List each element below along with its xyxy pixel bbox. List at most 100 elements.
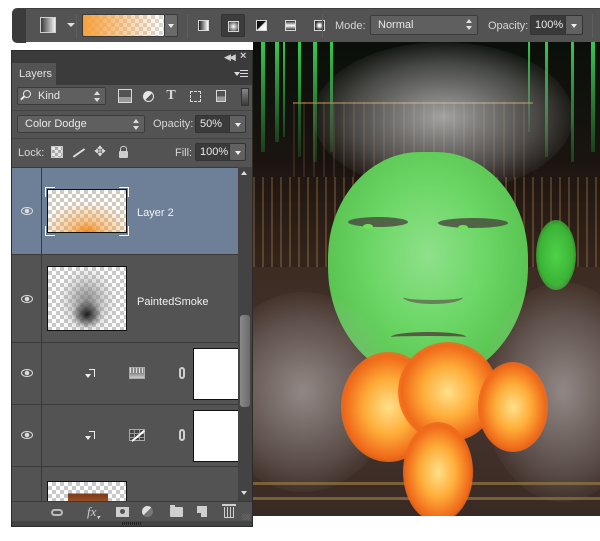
fill-dropdown[interactable] bbox=[229, 143, 246, 161]
laser-beam bbox=[571, 42, 574, 162]
diamond-gradient-button[interactable] bbox=[308, 14, 332, 37]
layer-thumbnail[interactable] bbox=[47, 481, 127, 501]
reflected-gradient-icon bbox=[285, 20, 296, 31]
layer-name[interactable]: PaintedSmoke bbox=[137, 296, 209, 308]
gradient-tool-preset-icon[interactable] bbox=[40, 17, 56, 33]
blend-mode-select[interactable]: Color Dodge bbox=[17, 115, 145, 133]
shape-filter-icon[interactable] bbox=[190, 91, 201, 102]
add-mask-icon[interactable] bbox=[116, 507, 129, 517]
left-eye bbox=[363, 224, 373, 229]
divider bbox=[187, 14, 188, 38]
layer-row-curves-adjustment[interactable] bbox=[12, 405, 238, 467]
layers-bottom-toolbar: fx▾ bbox=[12, 501, 252, 522]
fill-input[interactable]: 100% bbox=[195, 143, 229, 161]
link-icon[interactable] bbox=[179, 367, 185, 379]
left-brow bbox=[348, 217, 408, 227]
divider bbox=[322, 14, 323, 38]
new-group-icon[interactable] bbox=[170, 505, 183, 517]
selection-bracket bbox=[45, 226, 55, 236]
angle-gradient-button[interactable] bbox=[250, 14, 274, 37]
smart-object-filter-icon[interactable] bbox=[216, 90, 226, 102]
new-adjustment-icon[interactable] bbox=[142, 506, 153, 517]
lock-all-icon[interactable] bbox=[119, 146, 128, 158]
lock-position-icon[interactable]: ✥ bbox=[94, 144, 106, 158]
updown-arrows-icon bbox=[466, 19, 472, 31]
laser-beam bbox=[275, 42, 279, 142]
delete-icon[interactable] bbox=[222, 504, 236, 518]
filter-toggle[interactable] bbox=[241, 88, 249, 106]
eye-icon bbox=[21, 207, 33, 215]
link-layers-icon[interactable] bbox=[51, 509, 63, 516]
radial-gradient-button[interactable] bbox=[221, 14, 245, 37]
lock-image-pixels-icon[interactable] bbox=[72, 148, 86, 158]
collapse-panel-icon[interactable]: ◀◀ bbox=[224, 52, 236, 63]
layer-row-layer-2[interactable]: Layer 2 bbox=[12, 168, 238, 255]
layer-row-building[interactable] bbox=[12, 467, 238, 501]
levels-adjustment-icon[interactable] bbox=[129, 367, 145, 379]
layer-name[interactable]: Layer 2 bbox=[137, 207, 174, 219]
panel-titlebar[interactable]: ◀◀ × bbox=[12, 50, 252, 63]
footer-grip-icon[interactable] bbox=[122, 522, 142, 525]
visibility-toggle[interactable] bbox=[12, 343, 42, 404]
close-icon[interactable]: × bbox=[240, 50, 246, 62]
layer-row-levels-adjustment[interactable] bbox=[12, 343, 238, 405]
adjustment-filter-icon[interactable] bbox=[143, 91, 154, 102]
laser-beam bbox=[261, 42, 265, 152]
panel-footer bbox=[12, 521, 252, 526]
curves-adjustment-icon[interactable] bbox=[129, 429, 145, 441]
panel-menu-icon[interactable] bbox=[234, 69, 248, 79]
layer-opacity-dropdown[interactable] bbox=[229, 115, 246, 133]
opacity-input[interactable]: 100% bbox=[530, 15, 565, 35]
layer-mask-thumbnail[interactable] bbox=[193, 348, 238, 400]
layer-thumbnail[interactable] bbox=[47, 266, 127, 331]
diamond-gradient-icon bbox=[314, 20, 325, 31]
options-bar-grip[interactable] bbox=[12, 9, 26, 43]
gradient-editor-swatch[interactable] bbox=[82, 14, 165, 37]
options-bar: Mode: Normal Opacity: 100% bbox=[12, 8, 600, 43]
visibility-toggle[interactable] bbox=[12, 168, 42, 254]
visibility-toggle[interactable] bbox=[12, 467, 42, 501]
layer-mask-thumbnail[interactable] bbox=[193, 410, 238, 462]
mouth bbox=[391, 332, 466, 342]
scroll-down-arrow[interactable] bbox=[241, 491, 247, 495]
radial-gradient-icon bbox=[228, 21, 239, 32]
linear-gradient-button[interactable] bbox=[192, 14, 216, 37]
visibility-toggle[interactable] bbox=[12, 405, 42, 466]
laser-beam bbox=[591, 42, 595, 152]
angle-gradient-icon bbox=[256, 20, 267, 31]
link-icon[interactable] bbox=[179, 429, 185, 441]
tab-layers[interactable]: Layers bbox=[12, 63, 56, 85]
eye-icon bbox=[21, 431, 33, 439]
updown-arrows-icon bbox=[133, 119, 139, 131]
opacity-dropdown-arrow[interactable] bbox=[565, 15, 583, 35]
tool-preset-dropdown-arrow[interactable] bbox=[67, 23, 75, 27]
fx-icon[interactable]: fx▾ bbox=[87, 504, 100, 522]
lock-row: Lock: ✥ Fill: 100% bbox=[12, 139, 252, 167]
reflected-gradient-button[interactable] bbox=[279, 14, 303, 37]
layer-opacity-label: Opacity: bbox=[153, 118, 194, 130]
layers-scrollbar[interactable] bbox=[238, 167, 252, 501]
layer-opacity-input[interactable]: 50% bbox=[195, 115, 229, 133]
blend-mode-value: Color Dodge bbox=[25, 118, 87, 130]
resize-grip-icon[interactable] bbox=[242, 514, 250, 520]
filter-kind-select[interactable]: Kind bbox=[17, 87, 106, 105]
filter-kind-value: Kind bbox=[38, 90, 61, 102]
layer-row-paintedsmoke[interactable]: PaintedSmoke bbox=[12, 255, 238, 343]
right-brow bbox=[438, 218, 508, 228]
eye-icon bbox=[21, 369, 33, 377]
scroll-thumb[interactable] bbox=[240, 315, 250, 407]
lock-transparent-pixels-icon[interactable] bbox=[51, 146, 63, 158]
pixel-filter-icon[interactable] bbox=[118, 89, 132, 103]
blend-row: Color Dodge Opacity: 50% bbox=[12, 111, 252, 139]
scroll-up-arrow[interactable] bbox=[241, 171, 247, 175]
document-canvas[interactable] bbox=[253, 42, 600, 516]
updown-arrows-icon bbox=[94, 91, 100, 103]
type-filter-icon[interactable]: T bbox=[164, 89, 178, 103]
new-layer-icon[interactable] bbox=[197, 506, 207, 517]
layer-thumbnail[interactable] bbox=[47, 189, 127, 233]
gradient-picker-dropdown[interactable] bbox=[165, 14, 178, 37]
visibility-toggle[interactable] bbox=[12, 255, 42, 342]
panel-tab-row: Layers bbox=[12, 63, 252, 85]
opacity-label: Opacity: bbox=[488, 20, 529, 32]
mode-select[interactable]: Normal bbox=[370, 15, 478, 35]
